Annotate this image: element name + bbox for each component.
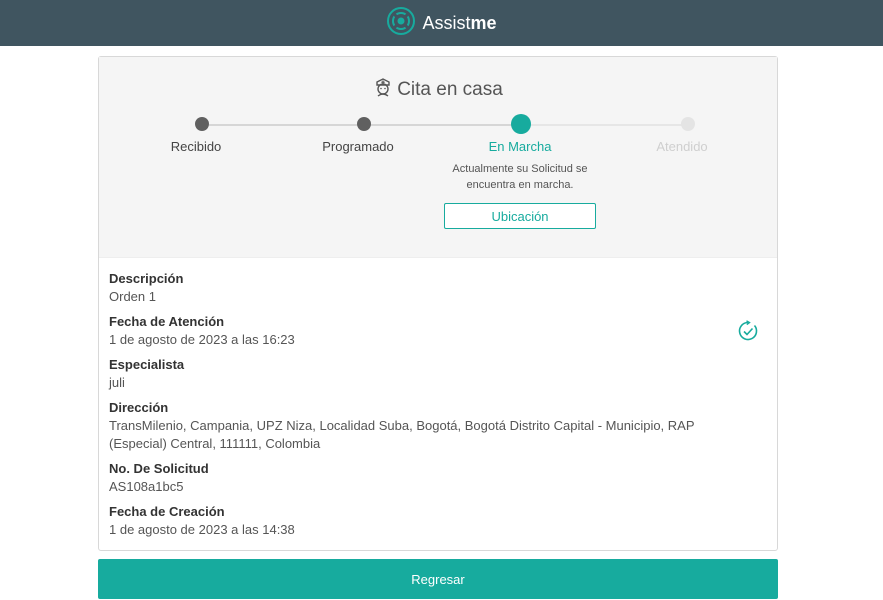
step-dot-atendido: [681, 117, 695, 131]
detail-value: Orden 1: [109, 289, 156, 304]
progress-steps: Recibido Programado En Marcha Actualment…: [99, 114, 777, 257]
card-title-text: Cita en casa: [397, 79, 503, 100]
detail-label: Dirección: [109, 400, 169, 415]
refresh-check-icon[interactable]: [737, 320, 759, 347]
detail-value: 1 de agosto de 2023 a las 14:38: [109, 522, 295, 537]
step-label-recibido: Recibido: [170, 139, 222, 154]
detail-label: No. De Solicitud: [109, 461, 209, 476]
location-button[interactable]: Ubicación: [444, 203, 596, 229]
assistme-logo-icon: [386, 6, 416, 41]
top-bar: Assistme: [0, 0, 883, 46]
progress-track-pending: [529, 124, 687, 126]
nurse-icon: [373, 77, 393, 103]
step-dot-programado: [357, 117, 371, 131]
request-details: Descripción Orden 1 Fecha de Atención 1 …: [99, 258, 777, 558]
detail-value: AS108a1bc5: [109, 479, 184, 494]
step-label-en-marcha: En Marcha: [488, 139, 552, 154]
detail-fecha-creacion: Fecha de Creación 1 de agosto de 2023 a …: [109, 503, 767, 539]
detail-fecha-atencion: Fecha de Atención 1 de agosto de 2023 a …: [109, 313, 767, 349]
step-dot-recibido: [195, 117, 209, 131]
step-label-programado: Programado: [322, 139, 394, 154]
step-dot-en-marcha: [511, 114, 531, 134]
detail-value: TransMilenio, Campania, UPZ Niza, Locali…: [109, 418, 695, 451]
detail-direccion: Dirección TransMilenio, Campania, UPZ Ni…: [109, 399, 767, 453]
detail-label: Descripción: [109, 271, 184, 286]
detail-value: 1 de agosto de 2023 a las 16:23: [109, 332, 295, 347]
brand-logo[interactable]: Assistme: [386, 6, 497, 41]
back-button[interactable]: Regresar: [98, 559, 778, 599]
request-card: Cita en casa Recibido Programado En Marc…: [98, 56, 778, 551]
card-title: Cita en casa: [99, 77, 777, 103]
detail-label: Especialista: [109, 357, 185, 372]
step-label-atendido: Atendido: [656, 139, 708, 154]
detail-no-solicitud: No. De Solicitud AS108a1bc5: [109, 460, 767, 496]
brand-name: Assistme: [422, 12, 497, 33]
detail-label: Fecha de Creación: [109, 504, 225, 519]
detail-value: juli: [109, 375, 125, 390]
detail-label: Fecha de Atención: [109, 314, 225, 329]
status-panel: Cita en casa Recibido Programado En Marc…: [99, 57, 777, 258]
detail-especialista: Especialista juli: [109, 356, 767, 392]
step-description: Actualmente su Solicitud se encuentra en…: [452, 163, 588, 191]
detail-descripcion: Descripción Orden 1: [109, 270, 767, 306]
